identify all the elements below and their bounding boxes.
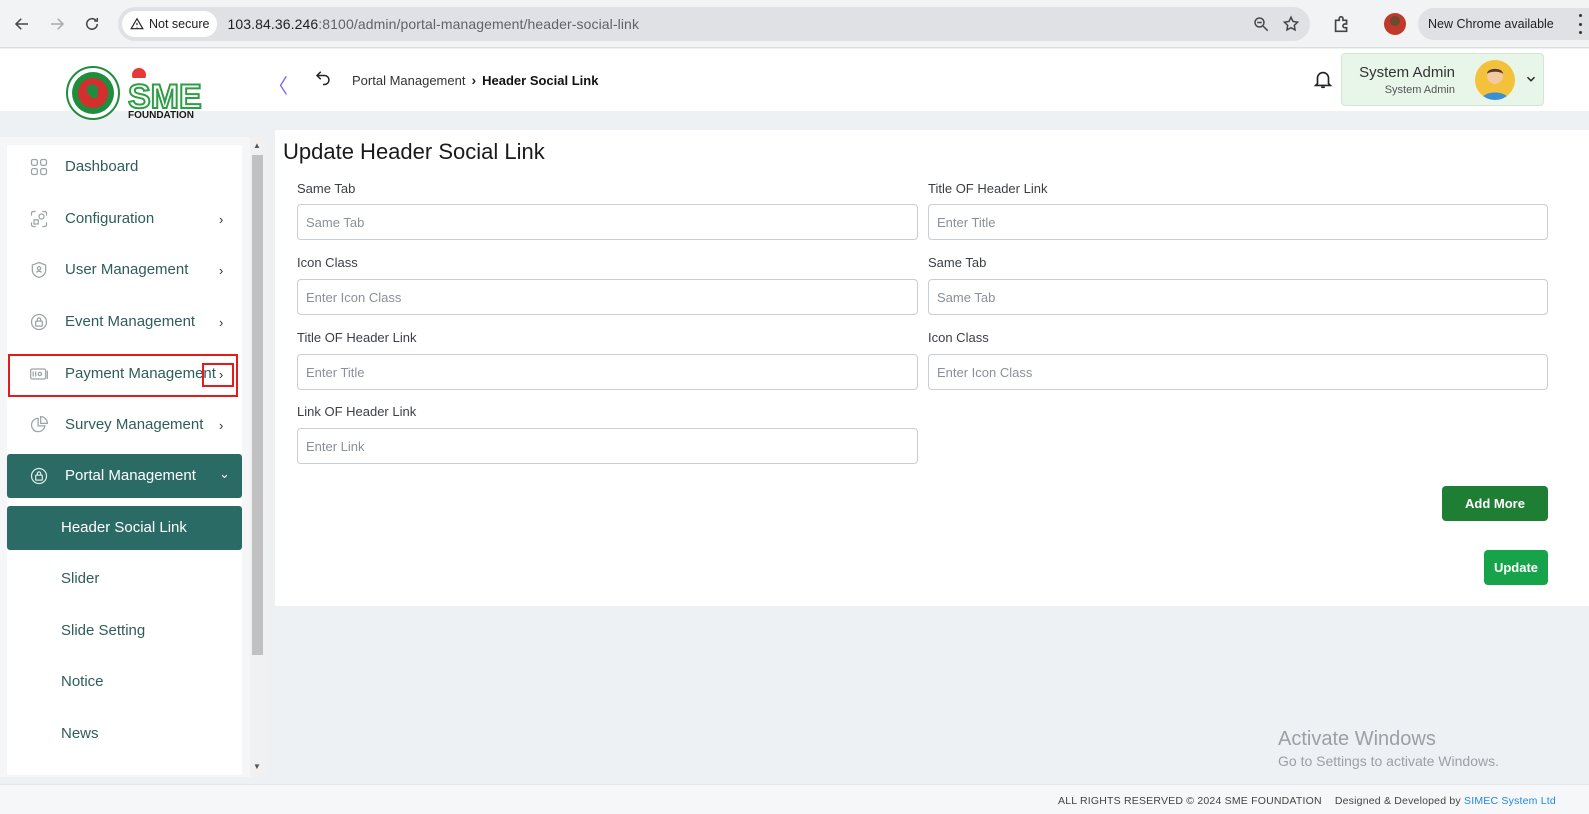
sidebar-item-event-management[interactable]: Event Management › bbox=[7, 300, 242, 344]
link-input[interactable] bbox=[297, 428, 918, 464]
field-label-title: Title OF Header Link bbox=[928, 181, 1048, 196]
sidebar-item-configuration[interactable]: Configuration › bbox=[7, 197, 242, 241]
windows-watermark-subtitle: Go to Settings to activate Windows. bbox=[1278, 753, 1499, 769]
breadcrumb-separator-icon: › bbox=[471, 72, 477, 88]
notification-bell-icon[interactable] bbox=[1312, 68, 1334, 90]
sidebar-item-label: User Management bbox=[65, 261, 189, 278]
sidebar-item-portal-management[interactable]: Portal Management ⌄ bbox=[7, 454, 242, 498]
icon-class-input[interactable] bbox=[297, 279, 918, 315]
profile-avatar[interactable] bbox=[1384, 13, 1406, 35]
chevron-down-icon: ⌄ bbox=[219, 466, 230, 481]
breadcrumb-current: Header Social Link bbox=[482, 72, 599, 88]
sidebar-item-dashboard[interactable]: Dashboard bbox=[7, 145, 242, 189]
pie-icon bbox=[30, 416, 48, 433]
field-label-icon-class: Icon Class bbox=[297, 255, 358, 270]
chevron-right-icon: › bbox=[219, 418, 224, 433]
windows-watermark-title: Activate Windows bbox=[1278, 728, 1436, 750]
user-menu[interactable]: System Admin System Admin bbox=[1341, 53, 1544, 106]
field-label-link: Link OF Header Link bbox=[297, 404, 417, 419]
scroll-up-arrow-icon[interactable]: ▲ bbox=[253, 141, 261, 150]
chevron-right-icon: › bbox=[219, 212, 224, 227]
chevron-right-icon: › bbox=[219, 315, 224, 330]
footer-text: ALL RIGHTS RESERVED © 2024 SME FOUNDATIO… bbox=[1058, 795, 1556, 807]
bookmark-star-icon[interactable] bbox=[1282, 15, 1300, 33]
same-tab-input[interactable] bbox=[297, 204, 918, 240]
sme-foundation-logo: SME FOUNDATION bbox=[66, 66, 203, 121]
sidebar-subitem-slide-setting[interactable]: Slide Setting bbox=[7, 609, 242, 653]
footer: ALL RIGHTS RESERVED © 2024 SME FOUNDATIO… bbox=[0, 784, 1589, 814]
sidebar-item-label: Event Management bbox=[65, 313, 196, 330]
annotation-highlight-chevron bbox=[202, 363, 234, 387]
shield-user-icon bbox=[31, 261, 47, 279]
field-label-title-2: Title OF Header Link bbox=[297, 330, 417, 345]
config-icon bbox=[30, 210, 48, 228]
field-label-same-tab: Same Tab bbox=[297, 181, 356, 196]
lock-icon bbox=[30, 467, 48, 485]
extensions-puzzle-icon[interactable] bbox=[1331, 13, 1353, 35]
user-avatar bbox=[1475, 60, 1515, 100]
breadcrumb-parent[interactable]: Portal Management bbox=[352, 73, 465, 88]
security-label: Not secure bbox=[149, 17, 210, 31]
sidebar-item-label: Configuration bbox=[65, 210, 155, 227]
sidebar-subitem-slider[interactable]: Slider bbox=[7, 557, 242, 601]
logo-sub-text: FOUNDATION bbox=[128, 110, 194, 121]
sidebar-scroll-thumb[interactable] bbox=[252, 155, 263, 655]
title-input[interactable] bbox=[928, 204, 1548, 240]
sidebar-subitem-notice[interactable]: Notice bbox=[7, 660, 242, 704]
security-chip[interactable]: Not secure bbox=[122, 11, 218, 37]
address-bar[interactable]: Not secure 103.84.36.246:8100/admin/port… bbox=[118, 7, 1310, 41]
breadcrumb: Portal Management › Header Social Link bbox=[352, 72, 598, 88]
undo-back-icon[interactable] bbox=[314, 68, 332, 86]
sidebar-subitem-news[interactable]: News bbox=[7, 712, 242, 756]
grid-icon bbox=[30, 158, 48, 176]
add-more-button[interactable]: Add More bbox=[1442, 486, 1548, 521]
title-input-2[interactable] bbox=[297, 354, 918, 390]
sidebar-item-label: Survey Management bbox=[65, 416, 204, 433]
url-text: 103.84.36.246:8100/admin/portal-manageme… bbox=[227, 16, 639, 32]
new-chrome-button[interactable]: New Chrome available bbox=[1418, 8, 1589, 40]
sidebar-subitem-label: Header Social Link bbox=[61, 519, 187, 536]
footer-rights: ALL RIGHTS RESERVED © 2024 SME FOUNDATIO… bbox=[1058, 795, 1322, 807]
field-label-icon-class-2: Icon Class bbox=[928, 330, 989, 345]
user-name: System Admin bbox=[1359, 64, 1455, 81]
sidebar-subitem-label: News bbox=[61, 725, 99, 742]
warning-icon bbox=[130, 17, 144, 30]
browser-toolbar: Not secure 103.84.36.246:8100/admin/port… bbox=[0, 0, 1589, 48]
sidebar-collapse-button[interactable]: 〈 bbox=[268, 70, 288, 99]
sidebar-subitem-header-social-link[interactable]: Header Social Link bbox=[7, 506, 242, 550]
sidebar-subitem-label: Notice bbox=[61, 673, 104, 690]
sidebar-subitem-label: Slider bbox=[61, 570, 100, 587]
url-path: :8100/admin/portal-management/header-soc… bbox=[318, 16, 640, 32]
chevron-down-icon[interactable] bbox=[1524, 72, 1538, 86]
chevron-right-icon: › bbox=[219, 263, 224, 278]
sidebar-item-user-management[interactable]: User Management › bbox=[7, 248, 242, 292]
forward-arrow-icon[interactable] bbox=[45, 12, 69, 36]
field-label-same-tab-2: Same Tab bbox=[928, 255, 987, 270]
update-button[interactable]: Update bbox=[1484, 550, 1548, 585]
back-arrow-icon[interactable] bbox=[10, 12, 34, 36]
user-role: System Admin bbox=[1384, 84, 1455, 96]
url-host: 103.84.36.246 bbox=[227, 16, 319, 32]
sidebar-item-label: Portal Management bbox=[65, 467, 196, 484]
icon-class-input-2[interactable] bbox=[928, 354, 1548, 390]
sidebar-item-label: Dashboard bbox=[65, 158, 139, 175]
zoom-icon[interactable] bbox=[1252, 15, 1270, 33]
page-title: Update Header Social Link bbox=[283, 139, 545, 164]
lock-icon bbox=[30, 313, 48, 331]
same-tab-input-2[interactable] bbox=[928, 279, 1548, 315]
sidebar-item-survey-management[interactable]: Survey Management › bbox=[7, 403, 242, 447]
footer-company-link[interactable]: SIMEC System Ltd bbox=[1464, 795, 1556, 807]
sidebar-subitem-label: Slide Setting bbox=[61, 622, 146, 639]
scroll-down-arrow-icon[interactable]: ▼ bbox=[253, 762, 261, 771]
footer-designed-by: Designed & Developed by bbox=[1334, 795, 1461, 807]
browser-menu-icon[interactable] bbox=[1579, 14, 1585, 34]
reload-icon[interactable] bbox=[80, 12, 104, 36]
